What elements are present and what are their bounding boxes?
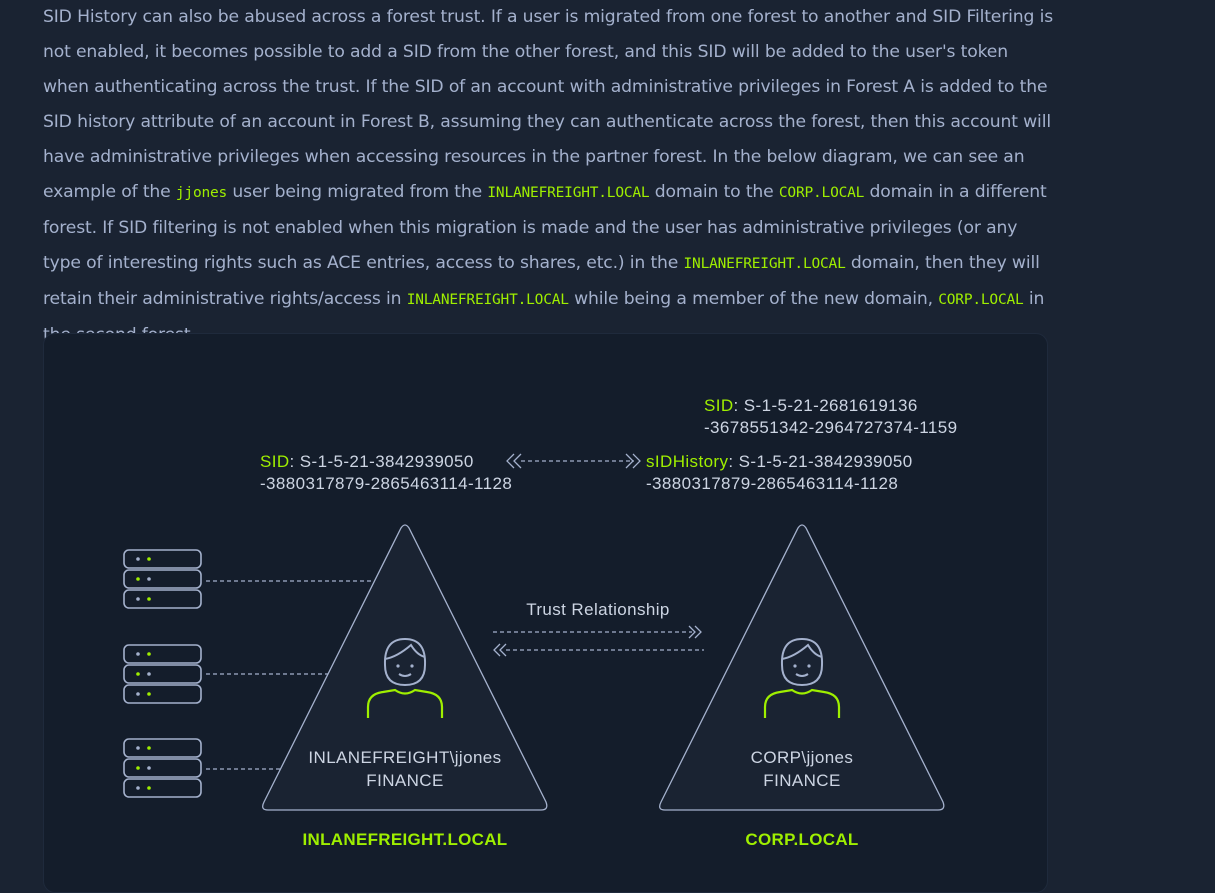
article-body: SID History can also be abused across a … <box>43 0 1053 353</box>
svg-text:sIDHistory: S-1-5-21-384293905: sIDHistory: S-1-5-21-3842939050 <box>646 452 913 471</box>
right-domain-label: CORP.LOCAL <box>745 830 858 849</box>
right-user-group: FINANCE <box>763 771 840 790</box>
diagram-canvas: SID: S-1-5-21-2681619136 -3678551342-296… <box>123 396 957 849</box>
article-paragraph: SID History can also be abused across a … <box>43 0 1053 353</box>
sid-value-line1: S-1-5-21-2681619136 <box>739 396 918 415</box>
inline-code: INLANEFREIGHT.LOCAL <box>683 256 846 272</box>
inline-code: CORP.LOCAL <box>938 292 1024 308</box>
sid-value-line2: -3678551342-2964727374-1159 <box>704 418 957 437</box>
server-icon <box>123 644 202 704</box>
right-user-name: CORP\jjones <box>751 748 854 767</box>
chevron-double-left-icon <box>506 453 522 469</box>
svg-text:SID: S-1-5-21-3842939050: SID: S-1-5-21-3842939050 <box>260 452 474 471</box>
left-user-name: INLANEFREIGHT\jjones <box>308 748 501 767</box>
chevron-double-left-icon <box>493 643 507 657</box>
forest-trust-diagram: SID: S-1-5-21-2681619136 -3678551342-296… <box>43 333 1048 893</box>
server-icon <box>123 549 202 609</box>
paragraph-text: while being a member of the new domain, <box>568 289 939 309</box>
left-sid-label: SID: S-1-5-21-3842939050 -3880317879-286… <box>260 452 512 493</box>
inline-code: jjones <box>175 185 228 201</box>
inline-code: INLANEFREIGHT.LOCAL <box>406 292 569 308</box>
trust-arrows <box>493 625 704 657</box>
left-domain-label: INLANEFREIGHT.LOCAL <box>303 830 508 849</box>
server-icon <box>123 738 202 798</box>
left-forest-triangle <box>262 524 548 811</box>
right-forest-triangle <box>659 524 945 811</box>
right-sid-label: SID: S-1-5-21-2681619136 -3678551342-296… <box>704 396 957 437</box>
left-user-group: FINANCE <box>366 771 443 790</box>
sid-key: SID <box>260 452 290 471</box>
sid-value-line1: S-1-5-21-3842939050 <box>295 452 474 471</box>
trust-relationship-label: Trust Relationship <box>526 600 670 619</box>
sid-key: SID <box>704 396 734 415</box>
inline-code: CORP.LOCAL <box>778 185 865 201</box>
sidhistory-key: sIDHistory <box>646 452 728 471</box>
sid-value-line2: -3880317879-2865463114-1128 <box>260 474 512 493</box>
inline-code: INLANEFREIGHT.LOCAL <box>487 185 650 201</box>
right-sidhistory-label: sIDHistory: S-1-5-21-3842939050 -3880317… <box>646 452 913 493</box>
paragraph-text: SID History can also be abused across a … <box>43 7 1054 202</box>
sid-mapping-arrow <box>506 453 641 469</box>
svg-text:SID: S-1-5-21-2681619136: SID: S-1-5-21-2681619136 <box>704 396 918 415</box>
sidhistory-value-line1: S-1-5-21-3842939050 <box>734 452 913 471</box>
sidhistory-value-line2: -3880317879-2865463114-1128 <box>646 474 898 493</box>
paragraph-text: user being migrated from the <box>227 182 488 202</box>
paragraph-text: domain to the <box>649 182 779 202</box>
